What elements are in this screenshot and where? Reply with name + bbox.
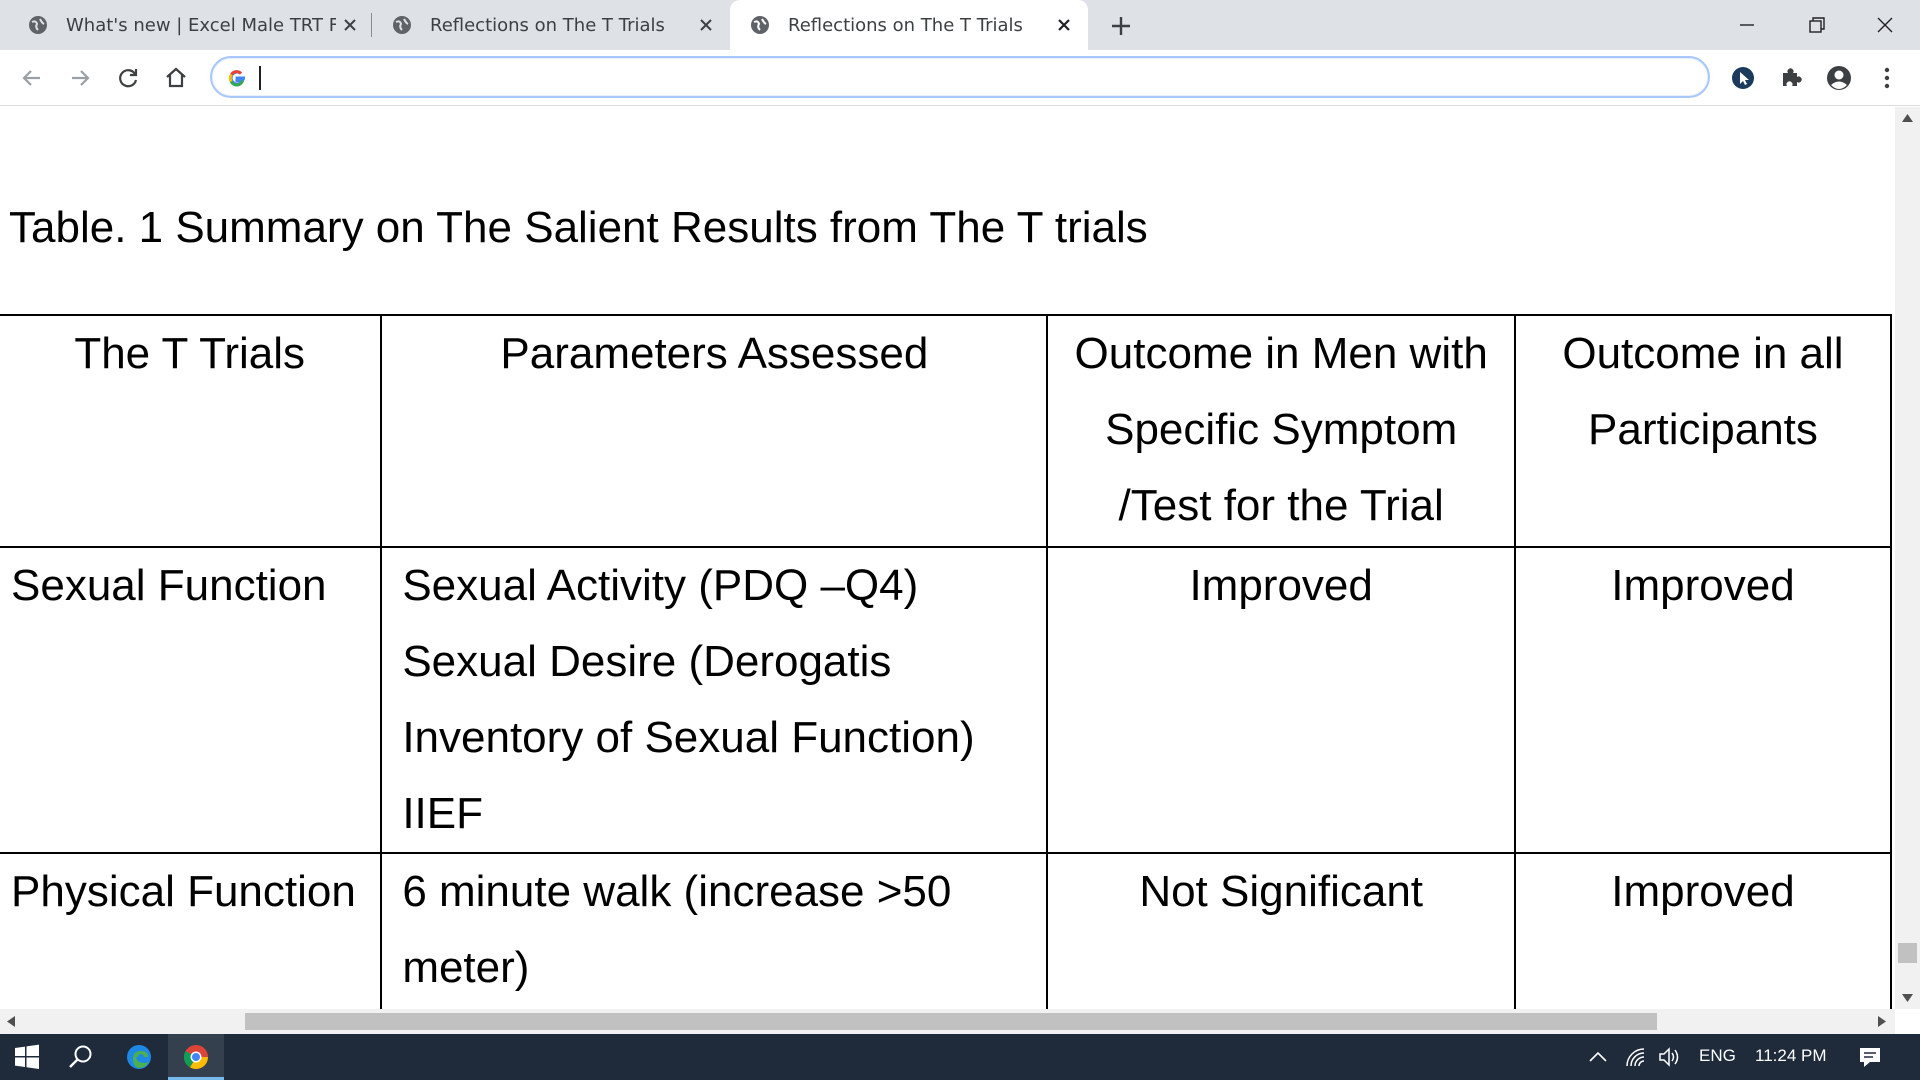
parameter-line: Inventory of Sexual Function) xyxy=(402,713,975,762)
header-line: The T Trials xyxy=(74,329,305,378)
scroll-right-arrow-icon[interactable] xyxy=(1877,1015,1887,1028)
extension-cursor-icon[interactable] xyxy=(1729,64,1757,92)
menu-icon[interactable] xyxy=(1873,64,1901,92)
language-indicator[interactable]: ENG xyxy=(1699,1046,1736,1066)
profile-icon[interactable] xyxy=(1825,64,1853,92)
globe-icon xyxy=(751,16,769,34)
tab-title: Reflections on The T Trials xyxy=(430,15,665,36)
column-header-trials: The T Trials xyxy=(0,314,383,548)
cell-outcome-specific: Improved xyxy=(1046,546,1516,854)
scroll-left-arrow-icon[interactable] xyxy=(6,1015,16,1028)
cell-trial: Sexual Function xyxy=(0,546,383,854)
close-window-icon[interactable] xyxy=(1868,8,1902,42)
page-viewport: Table. 1 Summary on The Salient Results … xyxy=(0,107,1895,1009)
google-icon xyxy=(228,70,245,87)
header-line: Outcome in Men with xyxy=(1074,329,1488,378)
column-header-outcome-all: Outcome in all Participants xyxy=(1513,314,1893,548)
address-bar[interactable] xyxy=(210,56,1710,98)
vertical-scrollbar[interactable] xyxy=(1895,107,1920,1009)
search-icon[interactable] xyxy=(66,1042,96,1072)
globe-icon xyxy=(29,16,47,34)
header-line: /Test for the Trial xyxy=(1118,481,1444,530)
cell-outcome-specific: Not Significant xyxy=(1046,852,1516,1009)
chrome-icon[interactable] xyxy=(181,1042,211,1072)
restore-window-icon[interactable] xyxy=(1800,8,1834,42)
tab-strip: What's new | Excel Male TRT Foru Reflect… xyxy=(0,0,1920,50)
cell-outcome-all: Improved xyxy=(1513,852,1893,1009)
parameter-line: IIEF xyxy=(402,789,483,838)
horizontal-scrollbar[interactable] xyxy=(0,1009,1895,1034)
parameter-line: 6 minute walk (increase >50 xyxy=(402,867,952,916)
header-line: Outcome in all xyxy=(1562,329,1844,378)
column-header-parameters: Parameters Assessed xyxy=(380,314,1049,548)
table-row: Physical Function 6 minute walk (increas… xyxy=(0,852,1893,1009)
table-header-row: The T Trials Parameters Assessed Outcome… xyxy=(0,314,1893,548)
browser-toolbar xyxy=(0,50,1920,106)
parameter-line: Sexual Activity (PDQ –Q4) xyxy=(402,561,919,610)
cell-trial: Physical Function xyxy=(0,852,383,1009)
wifi-icon[interactable] xyxy=(1624,1046,1646,1068)
cell-outcome-all: Improved xyxy=(1513,546,1893,854)
notifications-icon[interactable] xyxy=(1858,1045,1882,1069)
table-row: Sexual Function Sexual Activity (PDQ –Q4… xyxy=(0,546,1893,854)
header-line: Parameters Assessed xyxy=(500,329,929,378)
cell-parameters: Sexual Activity (PDQ –Q4) Sexual Desire … xyxy=(380,546,1049,854)
close-tab-icon[interactable] xyxy=(1052,13,1076,37)
windows-start-icon[interactable] xyxy=(12,1042,42,1072)
clock[interactable]: 11:24 PM xyxy=(1755,1046,1827,1066)
cell-parameters: 6 minute walk (increase >50 meter) xyxy=(380,852,1049,1009)
tab-title: Reflections on The T Trials xyxy=(788,15,1023,36)
tab-excel-male-trt[interactable]: What's new | Excel Male TRT Foru xyxy=(8,0,363,50)
home-icon[interactable] xyxy=(162,64,190,92)
vertical-scroll-thumb[interactable] xyxy=(1898,943,1917,963)
new-tab-plus-icon[interactable] xyxy=(1108,13,1134,39)
parameter-line: meter) xyxy=(402,943,530,992)
edge-icon[interactable] xyxy=(124,1042,154,1072)
back-icon[interactable] xyxy=(18,64,46,92)
table-caption: Table. 1 Summary on The Salient Results … xyxy=(9,203,1148,252)
results-table: The T Trials Parameters Assessed Outcome… xyxy=(0,314,1893,1009)
close-tab-icon[interactable] xyxy=(694,13,718,37)
reload-icon[interactable] xyxy=(114,64,142,92)
windows-taskbar: ENG 11:24 PM xyxy=(0,1034,1920,1080)
column-header-outcome-specific: Outcome in Men with Specific Symptom /Te… xyxy=(1046,314,1516,548)
tray-chevron-up-icon[interactable] xyxy=(1588,1050,1608,1064)
address-input[interactable] xyxy=(260,64,1660,90)
parameter-line: Sexual Desire (Derogatis xyxy=(402,637,892,686)
tab-title: What's new | Excel Male TRT Foru xyxy=(66,15,336,36)
scroll-down-arrow-icon[interactable] xyxy=(1901,993,1914,1003)
header-line: Specific Symptom xyxy=(1105,405,1458,454)
horizontal-scroll-thumb[interactable] xyxy=(245,1013,1657,1030)
forward-icon[interactable] xyxy=(66,64,94,92)
close-tab-icon[interactable] xyxy=(338,13,362,37)
volume-icon[interactable] xyxy=(1658,1046,1682,1068)
tab-reflections-active[interactable]: Reflections on The T Trials xyxy=(730,0,1088,50)
puzzle-icon[interactable] xyxy=(1777,64,1805,92)
minimize-window-icon[interactable] xyxy=(1730,8,1764,42)
header-line: Participants xyxy=(1588,405,1818,454)
scroll-up-arrow-icon[interactable] xyxy=(1901,113,1914,123)
globe-icon xyxy=(393,16,411,34)
tab-reflections-1[interactable]: Reflections on The T Trials xyxy=(372,0,727,50)
